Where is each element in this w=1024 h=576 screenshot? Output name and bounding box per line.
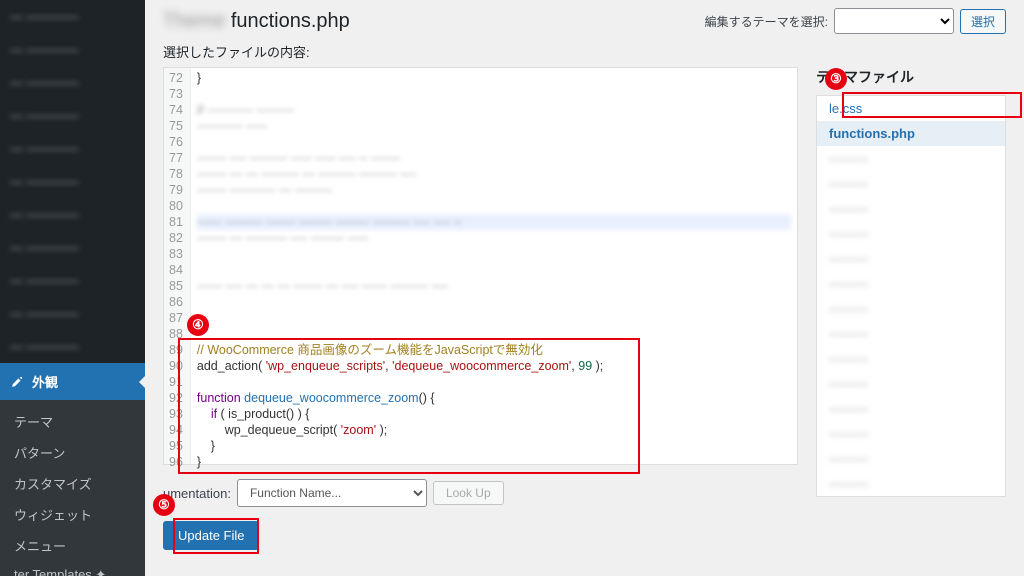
sidebar-item[interactable]: — ————: [0, 132, 145, 165]
theme-select[interactable]: [834, 8, 954, 34]
sidebar-item-label: 外観: [32, 372, 58, 391]
theme-select-button[interactable]: 選択: [960, 9, 1006, 34]
sidebar-sub-item[interactable]: カスタマイズ: [0, 468, 145, 499]
code-line: [197, 294, 791, 310]
sidebar-item[interactable]: — ————: [0, 297, 145, 330]
code-line: if ( is_product() ) {: [197, 406, 791, 422]
sidebar-item[interactable]: — ————: [0, 198, 145, 231]
code-line: }: [197, 438, 791, 454]
sidebar-item[interactable]: — ————: [0, 264, 145, 297]
sidebar-item[interactable]: — ————: [0, 165, 145, 198]
code-line: wp_dequeue_script( 'zoom' );: [197, 422, 791, 438]
content-label: 選択したファイルの内容:: [163, 42, 1006, 61]
file-item[interactable]: ———: [817, 296, 1005, 321]
brush-icon: [10, 375, 24, 389]
code-line: [197, 374, 791, 390]
sidebar-sub-item[interactable]: ウィジェット: [0, 499, 145, 530]
line-gutter: 7273747576777879808182838485868788899091…: [164, 68, 191, 464]
file-item[interactable]: ———: [817, 246, 1005, 271]
sidebar-sub-item[interactable]: メニュー: [0, 530, 145, 561]
code-line: }: [197, 454, 791, 470]
code-line: [197, 262, 791, 278]
code-line: [197, 246, 791, 262]
lookup-button[interactable]: Look Up: [433, 481, 504, 505]
theme-file-list: le.cssfunctions.php—————————————————————…: [816, 95, 1006, 497]
sidebar-item[interactable]: — ————: [0, 231, 145, 264]
badge-3: ③: [825, 68, 847, 90]
sidebar-sub-item[interactable]: テーマ: [0, 406, 145, 437]
code-area[interactable]: } // ----------- -------------------- ---…: [191, 68, 797, 464]
sidebar-submenu: テーマパターンカスタマイズウィジェットメニューter Templates ✦テー…: [0, 400, 145, 576]
code-line: ------- --- --- --------- --- --------- …: [197, 166, 791, 182]
code-line: // WooCommerce 商品画像のズーム機能をJavaScriptで無効化: [197, 342, 791, 358]
sidebar-item-appearance[interactable]: 外観: [0, 363, 145, 400]
update-file-button[interactable]: Update File: [163, 521, 259, 550]
file-item[interactable]: ———: [817, 421, 1005, 446]
file-item[interactable]: ———: [817, 446, 1005, 471]
code-line: ------- --- ---------- ---- -------- ---…: [197, 230, 791, 246]
sidebar-item[interactable]: — ————: [0, 33, 145, 66]
sidebar-item[interactable]: — ————: [0, 330, 145, 363]
function-name-select[interactable]: Function Name...: [237, 479, 427, 507]
code-line: ------- ---- --------- ----- ----- ---- …: [197, 150, 791, 166]
file-item[interactable]: ———: [817, 371, 1005, 396]
code-line: function dequeue_woocommerce_zoom() {: [197, 390, 791, 406]
code-line: [197, 198, 791, 214]
code-line: [197, 310, 791, 326]
file-item[interactable]: ———: [817, 321, 1005, 346]
file-item[interactable]: ———: [817, 396, 1005, 421]
code-line: ----------- -----: [197, 118, 791, 134]
badge-4: ④: [187, 314, 209, 336]
code-line: ------ --------- ------- -------- ------…: [197, 214, 791, 230]
code-line: [197, 326, 791, 342]
file-item[interactable]: ———: [817, 171, 1005, 196]
code-line: [197, 134, 791, 150]
sidebar-item[interactable]: — ————: [0, 0, 145, 33]
file-item[interactable]: ———: [817, 196, 1005, 221]
main-content: Theme functions.php 編集するテーマを選択: 選択 選択したフ…: [145, 0, 1024, 576]
admin-sidebar: — ————— ————— ————— ————— ————— ————— ——…: [0, 0, 145, 576]
file-item[interactable]: le.css: [817, 96, 1005, 121]
sidebar-item[interactable]: — ————: [0, 66, 145, 99]
page-title: Theme functions.php: [163, 10, 350, 33]
sidebar-item[interactable]: — ————: [0, 99, 145, 132]
file-item[interactable]: ———: [817, 471, 1005, 496]
sidebar-sub-item[interactable]: ter Templates ✦: [0, 561, 145, 576]
file-item[interactable]: ———: [817, 221, 1005, 246]
code-line: add_action( 'wp_enqueue_scripts', 'deque…: [197, 358, 791, 374]
code-line: ------ ---- --- --- --- ------- --- ----…: [197, 278, 791, 294]
sidebar-sub-item[interactable]: パターン: [0, 437, 145, 468]
file-item[interactable]: ———: [817, 271, 1005, 296]
code-editor[interactable]: 7273747576777879808182838485868788899091…: [163, 67, 798, 465]
file-item[interactable]: ———: [817, 146, 1005, 171]
file-item[interactable]: ———: [817, 346, 1005, 371]
theme-select-label: 編集するテーマを選択:: [705, 13, 828, 30]
badge-5: ⑤: [153, 494, 175, 516]
code-line: ------- ----------- --- ---------: [197, 182, 791, 198]
code-line: [197, 86, 791, 102]
code-line: // ----------- ---------: [197, 102, 791, 118]
code-line: }: [197, 70, 791, 86]
file-item[interactable]: functions.php: [817, 121, 1005, 146]
